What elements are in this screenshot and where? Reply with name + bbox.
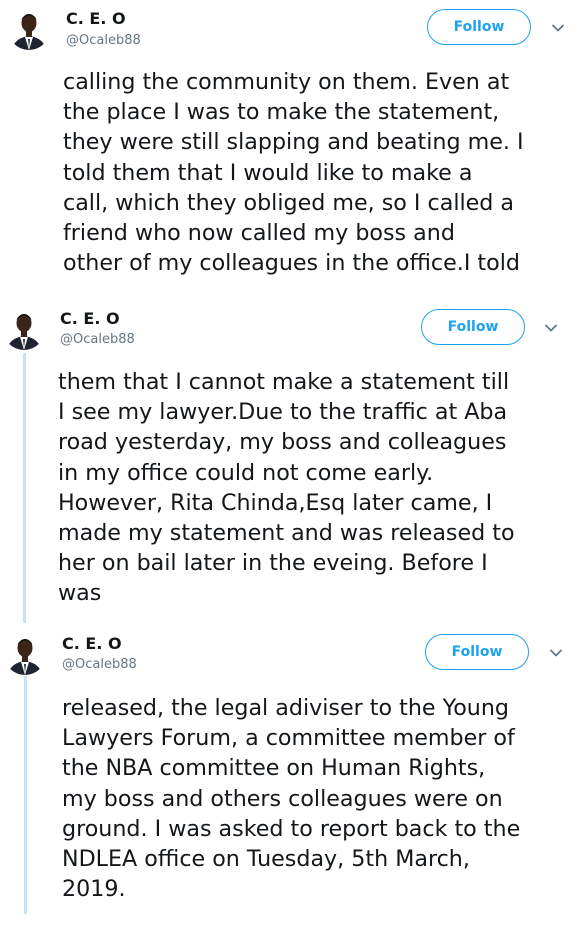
tweet-text-line: her on bail later in the eveing. Before … (58, 550, 488, 577)
user-handle[interactable]: @Ocaleb88 (66, 33, 141, 49)
follow-button[interactable]: Follow (421, 309, 525, 345)
chevron-down-icon[interactable] (543, 320, 559, 336)
tweet-text-line: told them that I would like to make a (63, 159, 473, 186)
tweet-text-line: them that I cannot make a statement till (58, 369, 510, 395)
tweet-text-line: calling the community on them. Even at (63, 69, 510, 95)
tweet-text-line: made my statement and was released to (58, 520, 515, 547)
tweet-text-line: they were still slapping and beating me.… (63, 129, 524, 156)
tweet-text: released, the legal adiviser to the Youn… (62, 693, 520, 904)
tweet-text-line: other of my colleagues in the office.I t… (63, 250, 520, 277)
tweet-text: calling the community on them. Even at t… (63, 67, 524, 278)
tweet-text-line: road yesterday, my boss and colleagues (58, 429, 507, 456)
follow-button[interactable]: Follow (425, 634, 529, 670)
avatar[interactable] (4, 633, 46, 675)
user-handle[interactable]: @Ocaleb88 (60, 332, 135, 348)
display-name[interactable]: C. E. O (60, 310, 120, 328)
avatar[interactable] (3, 308, 45, 350)
tweet-text-line: in my office could not come early. (58, 459, 434, 486)
tweet-text-line: call, which they obliged me, so I called… (63, 189, 515, 216)
chevron-down-icon[interactable] (548, 645, 564, 661)
tweet-text-line: I see my lawyer.Due to the traffic at Ab… (58, 399, 508, 426)
tweet-text-line: was (58, 580, 102, 607)
tweet-text-line: the NBA committee on Human Rights, (62, 755, 486, 782)
tweet-text-line: 2019. (62, 876, 126, 903)
avatar-image (8, 8, 50, 50)
tweet-text: them that I cannot make a statement till… (58, 367, 515, 609)
tweet-3: C. E. O @Ocaleb88 Follow released, the l… (0, 625, 584, 926)
display-name[interactable]: C. E. O (62, 635, 122, 653)
avatar-image (4, 633, 46, 675)
tweet-text-line: NDLEA office on Tuesday, 5th March, (62, 846, 470, 873)
tweet-text-line: ground. I was asked to report back to th… (62, 815, 521, 842)
tweet-2: C. E. O @Ocaleb88 Follow them that I can… (0, 300, 584, 625)
user-handle[interactable]: @Ocaleb88 (62, 657, 137, 673)
tweet-text-line: Lawyers Forum, a committee member of (62, 725, 515, 752)
avatar-image (3, 308, 45, 350)
tweet-text-line: the place I was to make the statement, (63, 99, 500, 126)
tweet-text-line: friend who now called my boss and (63, 220, 455, 247)
tweet-1: C. E. O @Ocaleb88 Follow calling the com… (0, 0, 584, 300)
tweet-text-line: my boss and others colleagues were on (62, 785, 503, 812)
tweet-text-line: released, the legal adiviser to the Youn… (62, 695, 509, 721)
display-name[interactable]: C. E. O (66, 10, 126, 28)
tweet-text-line: However, Rita Chinda,Esq later came, I (58, 489, 493, 516)
chevron-down-icon[interactable] (550, 20, 566, 36)
follow-button[interactable]: Follow (427, 9, 531, 45)
avatar[interactable] (8, 8, 50, 50)
